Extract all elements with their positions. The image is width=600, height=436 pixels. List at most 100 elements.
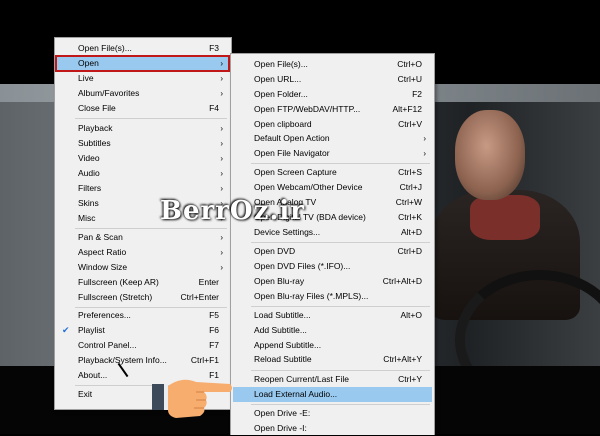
menu-item-label: Album/Favorites	[78, 88, 140, 98]
menu-item-label: Reopen Current/Last File	[254, 374, 349, 384]
menu-item-label: Open DVD Files (*.IFO)...	[254, 261, 351, 271]
menu-item-shortcut: Ctrl+O	[397, 59, 422, 69]
submenu-item-default-open-action[interactable]: Default Open Action ›	[233, 131, 432, 146]
menu-item-album-favorites[interactable]: Album/Favorites ›	[57, 86, 229, 101]
menu-separator	[251, 242, 430, 243]
menu-item-shortcut: Ctrl+S	[398, 167, 422, 177]
submenu-item-open-bluray-files[interactable]: Open Blu-ray Files (*.MPLS)...	[233, 289, 432, 304]
menu-item-live[interactable]: Live ›	[57, 71, 229, 86]
menu-item-pan-scan[interactable]: Pan & Scan ›	[57, 230, 229, 245]
menu-item-label: Reload Subtitle	[254, 354, 312, 364]
menu-item-close-file[interactable]: Close File F4	[57, 101, 229, 116]
menu-item-playback[interactable]: Playback ›	[57, 121, 229, 136]
submenu-item-open-dvd[interactable]: Open DVD Ctrl+D	[233, 244, 432, 259]
menu-item-shortcut: F2	[412, 89, 422, 99]
menu-item-shortcut: F6	[209, 325, 219, 335]
menu-separator	[75, 118, 227, 119]
menu-item-shortcut: F3	[209, 43, 219, 53]
menu-item-shortcut: Alt+D	[400, 227, 422, 237]
submenu-item-device-settings[interactable]: Device Settings... Alt+D	[233, 225, 432, 240]
chevron-right-icon: ›	[220, 248, 223, 257]
menu-item-label: Open Folder...	[254, 89, 308, 99]
menu-item-shortcut: Ctrl+F1	[190, 355, 219, 365]
submenu-item-append-subtitle[interactable]: Append Subtitle...	[233, 338, 432, 353]
menu-item-shortcut: Ctrl+V	[398, 119, 422, 129]
menu-item-label: Default Open Action	[254, 133, 330, 143]
chevron-right-icon: ›	[220, 233, 223, 242]
pointing-hand-icon	[152, 379, 232, 418]
submenu-item-open-drive-e[interactable]: Open Drive -E:	[233, 406, 432, 421]
menu-item-fullscreen-keep-ar[interactable]: Fullscreen (Keep AR) Enter	[57, 275, 229, 290]
submenu-item-add-subtitle[interactable]: Add Subtitle...	[233, 323, 432, 338]
menu-item-label: Skins	[78, 198, 99, 208]
submenu-item-open-clipboard[interactable]: Open clipboard Ctrl+V	[233, 117, 432, 132]
menu-item-label: Open File Navigator	[254, 148, 330, 158]
menu-item-preferences[interactable]: Preferences... F5	[57, 308, 229, 323]
menu-item-shortcut: Alt+F12	[392, 104, 422, 114]
chevron-right-icon: ›	[220, 184, 223, 193]
menu-item-shortcut: Ctrl+K	[398, 212, 422, 222]
chevron-right-icon: ›	[220, 74, 223, 83]
menu-separator	[251, 370, 430, 371]
menu-item-playlist[interactable]: ✔ Playlist F6	[57, 323, 229, 338]
submenu-item-open-dvd-files[interactable]: Open DVD Files (*.IFO)...	[233, 259, 432, 274]
menu-item-shortcut: Ctrl+Y	[398, 374, 422, 384]
menu-item-label: Load Subtitle...	[254, 310, 311, 320]
menu-item-open-files[interactable]: Open File(s)... F3	[57, 41, 229, 56]
menu-item-label: Open Webcam/Other Device	[254, 182, 363, 192]
menu-item-label: Append Subtitle...	[254, 340, 322, 350]
submenu-item-reload-subtitle[interactable]: Reload Subtitle Ctrl+Alt+Y	[233, 352, 432, 367]
menu-item-aspect-ratio[interactable]: Aspect Ratio ›	[57, 245, 229, 260]
menu-item-label: Open File(s)...	[254, 59, 308, 69]
menu-item-label: Add Subtitle...	[254, 325, 307, 335]
submenu-item-open-webcam[interactable]: Open Webcam/Other Device Ctrl+J	[233, 180, 432, 195]
menu-item-shortcut: Ctrl+J	[399, 182, 422, 192]
menu-item-label: Video	[78, 153, 100, 163]
menu-item-label: Open URL...	[254, 74, 302, 84]
submenu-item-open-screen-capture[interactable]: Open Screen Capture Ctrl+S	[233, 165, 432, 180]
chevron-right-icon: ›	[220, 263, 223, 272]
menu-item-control-panel[interactable]: Control Panel... F7	[57, 338, 229, 353]
submenu-item-reopen-current[interactable]: Reopen Current/Last File Ctrl+Y	[233, 372, 432, 387]
menu-item-video[interactable]: Video ›	[57, 151, 229, 166]
menu-item-subtitles[interactable]: Subtitles ›	[57, 136, 229, 151]
chevron-right-icon: ›	[423, 149, 426, 158]
menu-item-filters[interactable]: Filters ›	[57, 181, 229, 196]
menu-item-label: Open DVD	[254, 246, 296, 256]
menu-item-label: Fullscreen (Stretch)	[78, 292, 153, 302]
menu-item-label: Open Blu-ray Files (*.MPLS)...	[254, 291, 369, 301]
menu-item-label: Preferences...	[78, 310, 131, 320]
submenu-item-open-folder[interactable]: Open Folder... F2	[233, 87, 432, 102]
menu-item-shortcut: F5	[209, 310, 219, 320]
submenu-item-load-subtitle[interactable]: Load Subtitle... Alt+O	[233, 308, 432, 323]
chevron-right-icon: ›	[423, 134, 426, 143]
menu-item-audio[interactable]: Audio ›	[57, 166, 229, 181]
chevron-right-icon: ›	[220, 154, 223, 163]
menu-item-shortcut: F4	[209, 103, 219, 113]
menu-item-fullscreen-stretch[interactable]: Fullscreen (Stretch) Ctrl+Enter	[57, 290, 229, 305]
menu-item-window-size[interactable]: Window Size ›	[57, 260, 229, 275]
chevron-right-icon: ›	[220, 139, 223, 148]
submenu-item-open-ftp[interactable]: Open FTP/WebDAV/HTTP... Alt+F12	[233, 102, 432, 117]
menu-item-label: Audio	[78, 168, 100, 178]
menu-item-shortcut: Ctrl+D	[397, 246, 422, 256]
submenu-item-open-file-navigator[interactable]: Open File Navigator ›	[233, 146, 432, 161]
menu-item-label: Open Drive -E:	[254, 408, 311, 418]
watermark-text: BerrOz.ir	[160, 196, 305, 226]
submenu-item-open-bluray[interactable]: Open Blu-ray Ctrl+Alt+D	[233, 274, 432, 289]
menu-item-label: Filters	[78, 183, 102, 193]
chevron-right-icon: ›	[220, 124, 223, 133]
submenu-item-load-external-audio[interactable]: Load External Audio...	[233, 387, 432, 402]
menu-item-label: Close File	[78, 103, 116, 113]
menu-item-shortcut: Ctrl+U	[397, 74, 422, 84]
menu-separator	[75, 228, 227, 229]
menu-item-label: About...	[78, 370, 108, 380]
submenu-item-open-url[interactable]: Open URL... Ctrl+U	[233, 72, 432, 87]
menu-item-label: Window Size	[78, 262, 128, 272]
menu-item-shortcut: Ctrl+Enter	[180, 292, 220, 302]
menu-item-shortcut: Ctrl+Alt+Y	[383, 354, 422, 364]
menu-item-label: Fullscreen (Keep AR)	[78, 277, 159, 287]
menu-item-label: Control Panel...	[78, 340, 137, 350]
menu-item-playback-system-info[interactable]: Playback/System Info... Ctrl+F1	[57, 353, 229, 368]
submenu-item-open-files[interactable]: Open File(s)... Ctrl+O	[233, 57, 432, 72]
